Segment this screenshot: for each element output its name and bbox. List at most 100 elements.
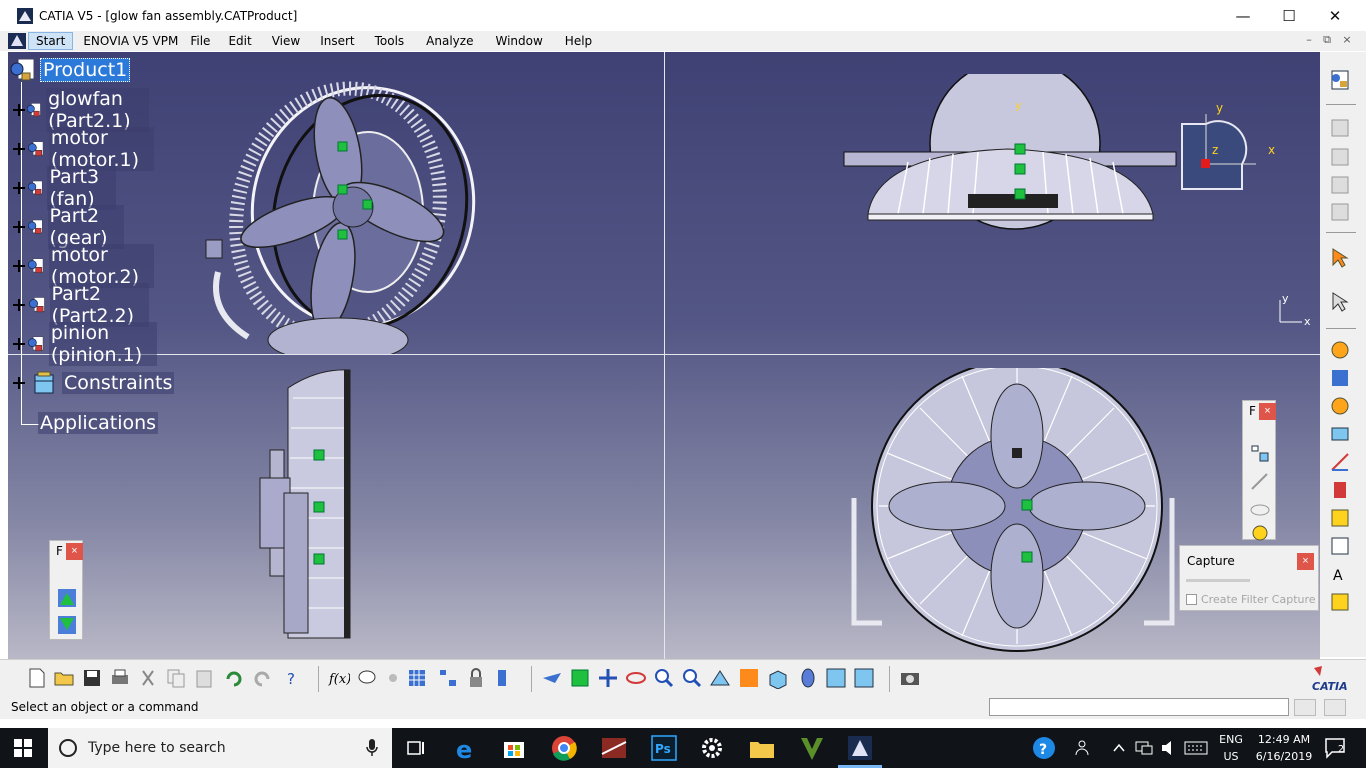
volume-icon[interactable] (1160, 739, 1180, 757)
keyboard-icon[interactable] (1184, 741, 1208, 755)
cut-icon[interactable] (137, 667, 159, 689)
formula-icon[interactable]: f(x) (328, 667, 350, 689)
fit-all-in-icon[interactable] (56, 587, 78, 609)
fit-all-icon[interactable] (569, 667, 591, 689)
menu-tools[interactable]: Tools (369, 31, 411, 51)
tree-item-glowfan[interactable]: glowfan (Part2.1) (12, 88, 149, 132)
tree-root-label[interactable]: Product1 (40, 58, 131, 82)
open-folder-icon[interactable] (53, 667, 75, 689)
update-icon[interactable] (1328, 338, 1352, 362)
fix-together-icon[interactable] (1328, 506, 1352, 530)
reuse-pattern-icon[interactable] (1328, 590, 1352, 614)
region-indicator[interactable]: US (1214, 750, 1248, 763)
copy-icon[interactable] (165, 667, 187, 689)
chevron-up-icon[interactable] (1112, 741, 1126, 755)
compass-widget[interactable]: y x z (1176, 94, 1286, 194)
menu-analyze[interactable]: Analyze (420, 31, 479, 51)
task-view-icon[interactable] (402, 734, 430, 762)
manipulation-icon[interactable] (1328, 290, 1352, 314)
menu-insert[interactable]: Insert (314, 31, 360, 51)
rotate-icon[interactable] (625, 667, 647, 689)
tree-item-label[interactable]: Part3 (fan) (47, 166, 116, 210)
fan-isometric-view[interactable] (188, 62, 478, 354)
paste-icon[interactable] (193, 667, 215, 689)
minimize-button[interactable]: — (1220, 0, 1266, 31)
fan-front-view[interactable] (842, 368, 1187, 658)
microphone-icon[interactable] (366, 739, 378, 757)
command-input[interactable] (989, 698, 1289, 716)
swap-visible-space-icon[interactable] (853, 667, 875, 689)
clock-date[interactable]: 6/16/2019 (1244, 750, 1324, 763)
network-icon[interactable] (1134, 739, 1154, 757)
fly-mode-icon[interactable] (541, 667, 563, 689)
menu-start[interactable]: Start (28, 32, 74, 50)
new-file-icon[interactable] (26, 667, 48, 689)
angle-constraint-icon[interactable] (1328, 450, 1352, 474)
expand-icon[interactable] (12, 220, 25, 234)
pan-icon[interactable] (597, 667, 619, 689)
tree-root[interactable]: Product1 (10, 55, 131, 85)
tree-item-label[interactable]: pinion (pinion.1) (48, 322, 158, 366)
info-icon[interactable] (1249, 525, 1271, 541)
capture-close-button[interactable]: × (1297, 553, 1314, 570)
tree-item-label[interactable]: Part2 (Part2.2) (49, 283, 149, 327)
tree-item-label[interactable]: Part2 (gear) (47, 205, 125, 249)
expand-icon[interactable] (12, 103, 26, 117)
print-icon[interactable] (109, 667, 131, 689)
photoshop-icon[interactable]: Ps (650, 734, 678, 762)
select-arrow-icon[interactable] (1328, 246, 1352, 270)
store-icon[interactable] (500, 734, 528, 762)
tree-item-label[interactable]: Constraints (62, 372, 175, 394)
new-component-icon[interactable] (1328, 116, 1352, 140)
media-app-icon[interactable] (600, 734, 628, 762)
lock-icon[interactable] (465, 667, 487, 689)
clock-time[interactable]: 12:49 AM (1244, 733, 1324, 746)
iso-view-icon[interactable] (766, 667, 788, 689)
comment-icon[interactable] (356, 667, 378, 689)
menu-window[interactable]: Window (489, 31, 548, 51)
capture-camera-icon[interactable] (899, 667, 921, 689)
multi-view-icon[interactable] (738, 667, 760, 689)
tree-item-label[interactable]: Applications (38, 412, 159, 434)
whats-this-icon[interactable]: ? (281, 667, 303, 689)
app-v-icon[interactable] (798, 734, 826, 762)
quick-constraint-icon[interactable] (1328, 534, 1352, 558)
tree-item-label[interactable]: glowfan (Part2.1) (46, 88, 149, 132)
maximize-button[interactable]: ☐ (1266, 0, 1312, 31)
undo-icon[interactable] (222, 667, 244, 689)
mdi-close-button[interactable]: × (1338, 33, 1356, 46)
catalog-icon[interactable] (406, 667, 428, 689)
menu-view[interactable]: View (266, 31, 306, 51)
fan-side-view[interactable] (258, 368, 378, 658)
contact-constraint-icon[interactable] (1328, 394, 1352, 418)
catia-start-icon[interactable] (8, 33, 26, 49)
analysis-icon[interactable] (495, 667, 517, 689)
existing-component-icon[interactable] (1328, 200, 1352, 224)
create-filter-capture-checkbox[interactable] (1186, 594, 1197, 605)
mdi-minimize-button[interactable]: – (1300, 33, 1318, 46)
tree-item-label[interactable]: motor (motor.2) (48, 244, 155, 288)
catia-taskbar-icon[interactable] (846, 734, 874, 762)
people-icon[interactable] (1074, 738, 1094, 758)
tree-item-applications[interactable]: Applications (38, 408, 159, 438)
tree-structure-icon[interactable] (437, 667, 459, 689)
measure-icon[interactable] (1249, 471, 1271, 493)
tree-item-constraints[interactable]: Constraints (12, 368, 175, 398)
tree-item-part3[interactable]: Part3 (fan) (12, 166, 116, 210)
save-icon[interactable] (81, 667, 103, 689)
new-product-icon[interactable] (1328, 145, 1352, 169)
zoom-area-icon[interactable] (56, 614, 78, 636)
redo-icon[interactable] (252, 667, 274, 689)
palette-close-button[interactable]: × (1259, 403, 1276, 420)
command-button[interactable] (1294, 699, 1316, 716)
product-structure-icon[interactable] (1328, 68, 1352, 92)
offset-constraint-icon[interactable] (1328, 422, 1352, 446)
shading-icon[interactable] (797, 667, 819, 689)
close-button[interactable]: ✕ (1312, 0, 1358, 31)
tree-item-part2-gear[interactable]: Part2 (gear) (12, 205, 125, 249)
3d-viewport[interactable]: Product1 glowfan (Part2.1) motor (motor.… (8, 52, 1320, 659)
visibility-icon[interactable] (1249, 499, 1271, 521)
edge-browser-icon[interactable]: e (452, 734, 480, 762)
expand-icon[interactable] (12, 298, 25, 312)
menu-edit[interactable]: Edit (222, 31, 257, 51)
